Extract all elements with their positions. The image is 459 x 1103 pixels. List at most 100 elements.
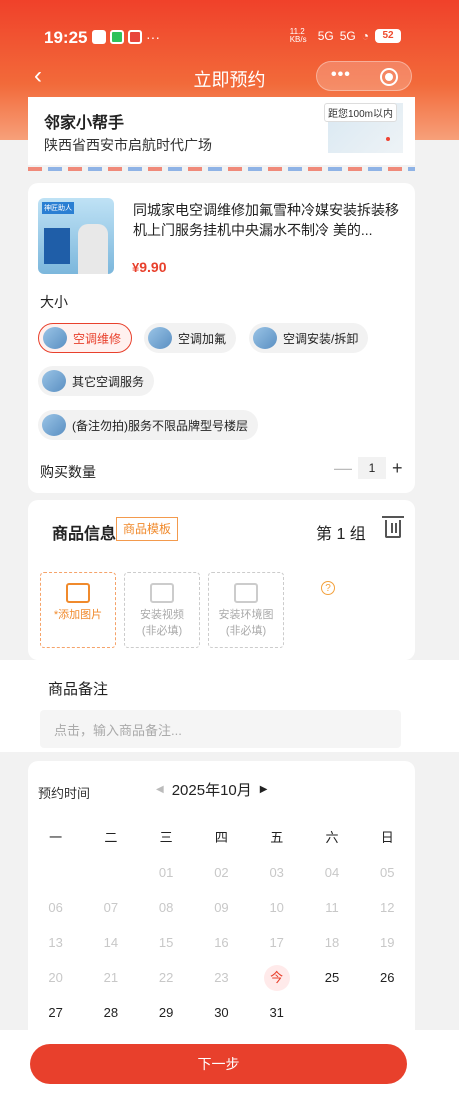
image-add-icon xyxy=(234,583,258,603)
calendar-day: 09 xyxy=(214,900,229,915)
add-image-button[interactable]: *添加图片 xyxy=(40,572,116,648)
distance-badge: 距您100m以内 xyxy=(324,103,398,122)
install-env-image-button[interactable]: 安装环境图 (非必填) xyxy=(208,572,284,648)
option-ac-refill[interactable]: 空调加氟 xyxy=(144,323,237,353)
nav-bar: ‹ 立即预约 ••• xyxy=(0,60,459,96)
week-row: 06 07 08 09 10 11 12 xyxy=(28,897,415,932)
signal-5g-icon-2: 5G xyxy=(339,29,356,43)
product-card: 神匠助人 同城家电空调维修加氟雪种冷媒安装拆装移机上门服务挂机中央漏水不制冷 美… xyxy=(28,183,415,493)
wifi-icon: ◔ xyxy=(361,29,369,43)
quantity-stepper: — 1 + xyxy=(334,457,403,479)
next-month-icon[interactable]: ▶ xyxy=(260,784,268,795)
product-title: 同城家电空调维修加氟雪种冷媒安装拆装移机上门服务挂机中央漏水不制冷 美的... xyxy=(133,202,399,238)
note-title: 商品备注 xyxy=(48,681,109,698)
miniprogram-capsule: ••• xyxy=(316,61,412,91)
calendar-day: 11 xyxy=(325,900,339,915)
option-thumbnail-icon xyxy=(42,414,66,436)
notification-icons: ··· xyxy=(92,29,160,45)
address-name: 邻家小帮手 xyxy=(44,115,125,132)
install-video-button[interactable]: 安装视频 (非必填) xyxy=(124,572,200,648)
weekday-label: 五 xyxy=(270,830,284,845)
calendar-day: 12 xyxy=(379,900,395,915)
group-label: 第 1 组 xyxy=(316,526,366,543)
status-bar: 19:25 ··· 11.2 KB/s 5G 5G ◔ 52 xyxy=(0,0,459,50)
upload-label: *添加图片 xyxy=(53,609,103,621)
calendar-day: 04 xyxy=(324,865,340,880)
option-label: 空调维修 xyxy=(73,331,122,346)
weekday-label: 一 xyxy=(49,830,63,845)
calendar-day xyxy=(83,862,138,897)
month-navigator: ◀ 2025年10月 ▶ xyxy=(156,779,267,800)
price-value: 9.90 xyxy=(139,259,167,275)
quantity-input[interactable]: 1 xyxy=(358,457,386,479)
option-thumbnail-icon xyxy=(253,327,277,349)
calendar-day-today[interactable]: 今 xyxy=(249,965,304,1002)
calendar-day: 20 xyxy=(48,970,63,985)
calendar-day: 18 xyxy=(324,935,340,950)
more-notifications-icon: ··· xyxy=(146,29,160,45)
option-label: 空调加氟 xyxy=(178,331,227,346)
calendar-day: 03 xyxy=(269,865,284,880)
option-note[interactable]: (备注勿拍)服务不限品牌型号楼层 xyxy=(38,410,258,440)
calendar-day: 01 xyxy=(158,865,174,880)
calendar-day: 15 xyxy=(158,935,174,950)
envelope-divider xyxy=(28,167,415,171)
trash-icon[interactable] xyxy=(382,516,404,538)
status-time: 19:25 xyxy=(44,28,88,47)
calendar-day: 17 xyxy=(269,935,284,950)
close-miniprogram-icon[interactable] xyxy=(380,68,398,86)
calendar-day: 06 xyxy=(48,900,63,915)
calendar-day: 14 xyxy=(103,935,119,950)
calendar-day xyxy=(28,862,83,897)
image-add-icon xyxy=(66,583,90,603)
video-icon xyxy=(150,583,174,603)
week-row: 01 02 03 04 05 xyxy=(28,862,415,897)
product-image-person xyxy=(78,224,108,274)
quantity-label: 购买数量 xyxy=(40,464,96,480)
calendar-day: 16 xyxy=(214,935,229,950)
address-card[interactable]: 邻家小帮手 陕西省西安市启航时代广场 距您100m以内 xyxy=(28,97,415,165)
goods-template-button[interactable]: 商品模板 xyxy=(116,517,179,541)
week-row: 13 14 15 16 17 18 19 xyxy=(28,932,415,967)
address-detail: 陕西省西安市启航时代广场 xyxy=(44,137,212,153)
weekday-label: 三 xyxy=(159,830,173,845)
weekday-label: 二 xyxy=(104,830,118,845)
option-ac-install[interactable]: 空调安装/拆卸 xyxy=(249,323,369,353)
calendar-day: 02 xyxy=(214,865,229,880)
app-notification-icon xyxy=(92,30,106,44)
week-row: 20 21 22 23 今 25 26 xyxy=(28,965,415,1002)
calendar-day: 08 xyxy=(158,900,174,915)
option-thumbnail-icon xyxy=(148,327,172,349)
option-thumbnail-icon xyxy=(42,370,66,392)
help-icon[interactable]: ? xyxy=(321,581,335,595)
upload-sub: (非必填) xyxy=(225,625,267,637)
today-marker: 今 xyxy=(263,965,290,991)
increase-button[interactable]: + xyxy=(392,458,403,479)
net-speed: 11.2 KB/s xyxy=(289,27,307,44)
option-ac-repair[interactable]: 空调维修 xyxy=(38,323,133,353)
wechat-notification-icon xyxy=(110,30,124,44)
goods-info-title: 商品信息 xyxy=(52,526,117,543)
decrease-button[interactable]: — xyxy=(334,458,352,479)
calendar-card: 预约时间 ◀ 2025年10月 ▶ 一 二 三 四 五 六 日 01 02 03… xyxy=(28,761,415,1031)
product-price: ¥9.90 xyxy=(132,259,166,275)
calendar-day: 10 xyxy=(269,900,284,915)
next-step-button[interactable]: 下一步 xyxy=(30,1044,407,1084)
prev-month-icon[interactable]: ◀ xyxy=(156,784,164,795)
note-input[interactable]: 点击，输入商品备注... xyxy=(40,710,401,748)
goods-info-card: 商品信息 商品模板 第 1 组 *添加图片 安装视频 (非必填) 安装环境图 (… xyxy=(28,500,415,660)
more-menu-icon[interactable]: ••• xyxy=(331,66,351,84)
calendar-day[interactable]: 26 xyxy=(360,967,415,1002)
weekday-row: 一 二 三 四 五 六 日 xyxy=(28,827,415,862)
calendar-day: 05 xyxy=(379,865,395,880)
calendar-day: 19 xyxy=(379,935,395,950)
calendar-day[interactable]: 25 xyxy=(304,967,359,1002)
size-label: 大小 xyxy=(40,294,68,310)
calendar-day: 07 xyxy=(103,900,119,915)
option-ac-other[interactable]: 其它空调服务 xyxy=(38,366,155,396)
calendar-label: 预约时间 xyxy=(38,786,91,801)
product-image-banner xyxy=(44,228,70,264)
option-label: (备注勿拍)服务不限品牌型号楼层 xyxy=(72,418,248,433)
bottom-bar: 下一步 xyxy=(0,1030,459,1103)
signal-5g-icon: 5G xyxy=(317,29,334,43)
